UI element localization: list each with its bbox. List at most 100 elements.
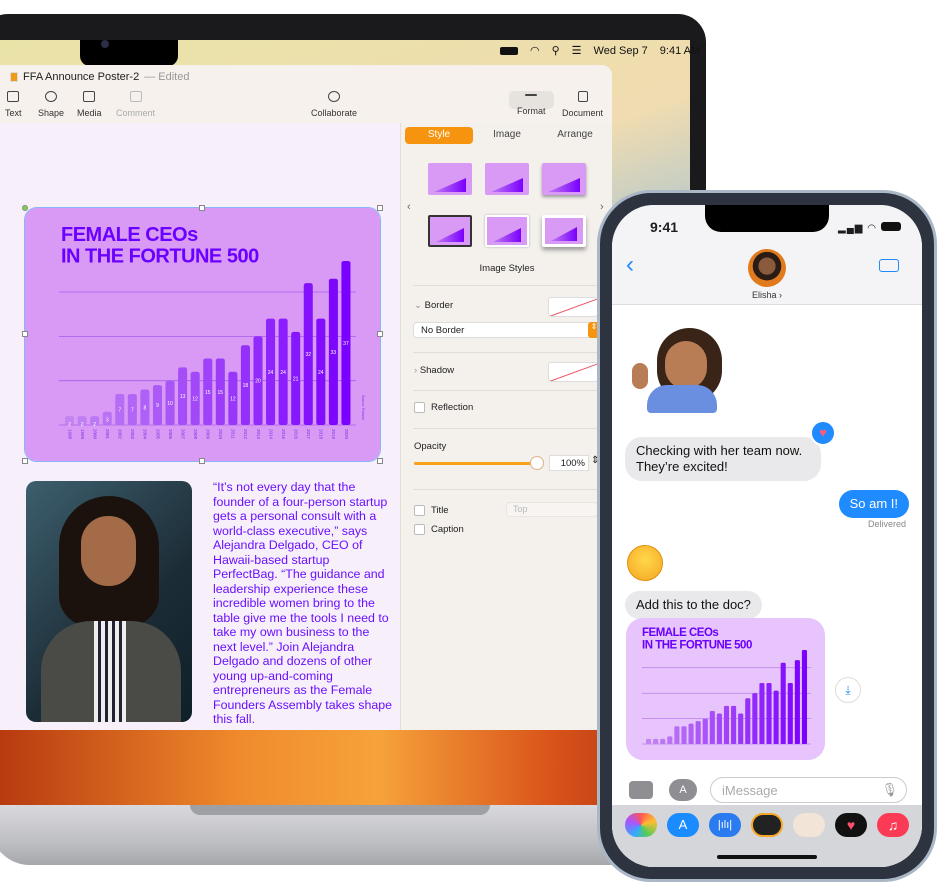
resize-handle[interactable] bbox=[22, 458, 28, 464]
tab-style[interactable]: Style bbox=[405, 127, 473, 144]
chart-title: FEMALE CEOs bbox=[61, 224, 198, 246]
chart-attachment[interactable]: FEMALE CEOs IN THE FORTUNE 500 bbox=[626, 618, 825, 760]
image-style-3[interactable] bbox=[542, 163, 586, 195]
app-store-icon[interactable]: A bbox=[669, 779, 697, 801]
document-button[interactable]: Document bbox=[562, 91, 603, 118]
text-icon bbox=[7, 91, 20, 102]
chart-image[interactable]: FEMALE CEOs IN THE FORTUNE 500 2 1998 2 1999 2… bbox=[22, 205, 383, 464]
image-style-4[interactable] bbox=[428, 215, 472, 247]
tab-image[interactable]: Image bbox=[473, 127, 541, 144]
memoji-shirt bbox=[647, 385, 717, 413]
year-label: 2014 bbox=[268, 429, 273, 440]
border-color-well[interactable] bbox=[548, 297, 598, 317]
app-store-app-icon[interactable]: A bbox=[667, 813, 699, 837]
music-app-icon[interactable]: ♫ bbox=[877, 813, 909, 837]
imessage-input[interactable]: iMessage 🎙︎ bbox=[710, 777, 907, 803]
title-checkbox[interactable]: Title bbox=[414, 505, 449, 516]
menubar-time[interactable]: 9:41 AM bbox=[660, 45, 700, 57]
reflection-checkbox[interactable]: Reflection bbox=[414, 402, 473, 413]
text-button[interactable]: Text bbox=[5, 91, 22, 118]
heart-tapback-icon[interactable]: ♥ bbox=[810, 420, 836, 446]
tab-arrange[interactable]: Arrange bbox=[541, 127, 609, 144]
border-section[interactable]: ⌄ Border bbox=[414, 300, 453, 311]
collaborate-button[interactable]: Collaborate bbox=[311, 91, 357, 118]
search-icon[interactable]: ⚲ bbox=[552, 44, 560, 57]
image-style-5[interactable] bbox=[485, 215, 529, 247]
slider-knob[interactable] bbox=[530, 456, 544, 470]
page-edge bbox=[0, 115, 12, 365]
quote-text[interactable]: “It’s not every day that the founder of … bbox=[213, 480, 393, 727]
resize-handle[interactable] bbox=[377, 458, 383, 464]
checkbox[interactable] bbox=[414, 402, 425, 413]
resize-handle[interactable] bbox=[199, 458, 205, 464]
bar bbox=[695, 721, 701, 744]
format-label: Format bbox=[517, 106, 546, 116]
year-label: 1998 bbox=[67, 429, 72, 440]
chevron-left-icon[interactable]: ‹ bbox=[407, 201, 411, 213]
title-position-select[interactable]: Top bbox=[506, 502, 598, 517]
contact-name[interactable]: Elisha › bbox=[612, 290, 922, 300]
battery-icon[interactable] bbox=[500, 46, 518, 55]
media-button[interactable]: Media bbox=[77, 91, 102, 118]
checkbox[interactable] bbox=[414, 524, 425, 535]
resize-handle[interactable] bbox=[199, 205, 205, 211]
image-style-1[interactable] bbox=[428, 163, 472, 195]
back-button[interactable]: ‹ bbox=[626, 251, 634, 279]
image-style-2[interactable] bbox=[485, 163, 529, 195]
camera-icon bbox=[101, 40, 109, 48]
audio-message-icon[interactable]: |ılı| bbox=[709, 813, 741, 837]
year-label: 1999 bbox=[80, 429, 85, 440]
comment-button[interactable]: Comment bbox=[116, 91, 155, 118]
shadow-color-well[interactable] bbox=[548, 362, 598, 382]
border-style-select[interactable]: No Border ⇕ bbox=[413, 322, 600, 338]
resize-handle[interactable] bbox=[377, 331, 383, 337]
source-label: Source: Fortune bbox=[361, 395, 365, 420]
year-label: 2005 bbox=[155, 429, 160, 440]
checkbox[interactable] bbox=[414, 505, 425, 516]
document-title[interactable]: FFA Announce Poster-2 bbox=[23, 71, 139, 83]
photos-app-icon[interactable] bbox=[625, 813, 657, 837]
document-label: Document bbox=[562, 108, 604, 118]
shadow-section[interactable]: › Shadow bbox=[414, 365, 454, 376]
menu-bar: ◠ ⚲ ☰ Wed Sep 7 9:41 AM bbox=[460, 44, 700, 57]
message-bubble[interactable]: Checking with her team now. They’re exci… bbox=[625, 437, 821, 481]
bar-value-label: 10 bbox=[167, 401, 173, 407]
year-label: 2002 bbox=[118, 429, 123, 440]
opacity-slider[interactable] bbox=[414, 456, 544, 470]
document-canvas[interactable]: FEMALE CEOs IN THE FORTUNE 500 2 1998 2 1999 2… bbox=[0, 123, 400, 730]
bar bbox=[794, 660, 800, 744]
microphone-icon[interactable]: 🎙︎ bbox=[881, 782, 898, 798]
bar-value-label: 2 bbox=[81, 422, 84, 428]
caption-checkbox[interactable]: Caption bbox=[414, 524, 464, 535]
contact-avatar[interactable] bbox=[748, 249, 786, 287]
sidebar-tabs: Style Image Arrange bbox=[405, 127, 609, 144]
shape-button[interactable]: Shape bbox=[38, 91, 64, 118]
camera-icon[interactable] bbox=[629, 781, 653, 799]
save-download-icon[interactable]: ⤓ bbox=[835, 677, 861, 703]
divider bbox=[413, 352, 603, 353]
wallpaper bbox=[0, 730, 690, 805]
menubar-date[interactable]: Wed Sep 7 bbox=[594, 45, 648, 57]
image-style-6[interactable] bbox=[542, 215, 586, 247]
star-struck-emoji[interactable] bbox=[627, 545, 663, 581]
message-bubble[interactable]: So am I! bbox=[838, 490, 909, 518]
bar bbox=[752, 693, 758, 744]
facetime-video-icon[interactable] bbox=[879, 259, 899, 272]
memoji-stickers-icon[interactable] bbox=[793, 813, 825, 837]
memoji-app-icon[interactable] bbox=[751, 813, 783, 837]
bar bbox=[681, 726, 687, 744]
digital-touch-icon[interactable]: ♥ bbox=[835, 813, 867, 837]
wifi-icon[interactable]: ◠ bbox=[530, 44, 540, 57]
chevron-right-icon[interactable]: › bbox=[600, 201, 604, 213]
resize-handle[interactable] bbox=[377, 205, 383, 211]
opacity-field[interactable]: 100% bbox=[549, 455, 589, 471]
speaker-photo[interactable] bbox=[26, 481, 192, 722]
format-button[interactable]: Format bbox=[509, 91, 554, 116]
shadow-label: Shadow bbox=[419, 365, 455, 376]
memoji-sticker[interactable] bbox=[627, 323, 727, 413]
control-center-icon[interactable]: ☰ bbox=[572, 44, 582, 57]
resize-handle[interactable] bbox=[22, 331, 28, 337]
rotate-handle[interactable] bbox=[22, 205, 28, 211]
comment-label: Comment bbox=[116, 108, 156, 118]
message-bubble[interactable]: Add this to the doc? bbox=[625, 591, 762, 619]
